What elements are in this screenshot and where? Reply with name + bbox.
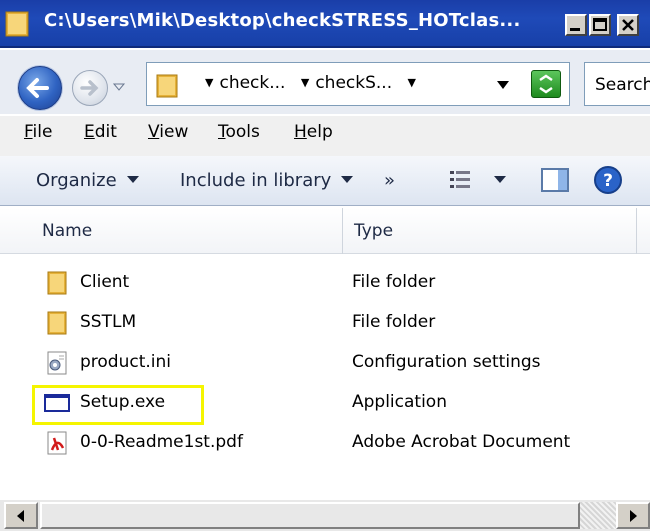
pdf-icon: [47, 431, 67, 455]
file-type: Application: [352, 392, 447, 412]
recent-pages-dropdown-icon[interactable]: [112, 80, 126, 94]
column-divider[interactable]: [636, 208, 637, 254]
breadcrumb-separator-icon: ▼: [300, 76, 310, 89]
column-header-row: [0, 208, 650, 254]
svg-text:?: ?: [603, 171, 613, 191]
menu-help[interactable]: Help: [294, 122, 333, 142]
chevron-down-icon: [341, 176, 354, 183]
menu-tools[interactable]: Tools: [218, 122, 260, 142]
organize-button[interactable]: Organize: [36, 170, 139, 191]
breadcrumb-item[interactable]: check...: [219, 73, 285, 93]
file-row-product-ini[interactable]: product.ini Configuration settings: [30, 344, 650, 384]
file-name: Setup.exe: [80, 392, 166, 412]
window-title: C:\Users\Mik\Desktop\checkSTRESS_HOTclas…: [44, 10, 521, 31]
column-header-type[interactable]: Type: [354, 221, 393, 241]
breadcrumb: ▼ check... ▼ checkS... ▼: [195, 73, 422, 93]
breadcrumb-item[interactable]: checkS...: [315, 73, 392, 93]
refresh-button[interactable]: [531, 70, 561, 98]
back-button[interactable]: [18, 66, 62, 110]
search-input[interactable]: Search: [584, 62, 650, 106]
back-arrow-icon: [26, 78, 49, 98]
file-name: product.ini: [80, 352, 172, 372]
address-bar[interactable]: ▼ check... ▼ checkS... ▼: [146, 62, 570, 106]
menu-edit[interactable]: Edit: [84, 122, 117, 142]
arrow-right-icon: [630, 510, 637, 522]
file-row-sstlm[interactable]: SSTLM File folder: [30, 304, 650, 344]
scroll-left-button[interactable]: [4, 502, 38, 529]
refresh-icon: [539, 74, 553, 94]
scrollbar-thumb[interactable]: [40, 502, 580, 529]
file-type: Adobe Acrobat Document: [352, 432, 571, 452]
maximize-button[interactable]: [589, 14, 611, 36]
minimize-button[interactable]: [565, 14, 587, 36]
forward-button[interactable]: [72, 70, 108, 106]
chevron-down-icon: [126, 176, 139, 183]
scroll-right-button[interactable]: [616, 502, 650, 529]
folder-icon: [47, 311, 67, 335]
file-type: File folder: [352, 272, 436, 292]
file-row-setup-exe[interactable]: Setup.exe Application: [30, 384, 650, 424]
help-icon[interactable]: ?: [592, 164, 624, 196]
chevron-down-icon: [494, 176, 506, 183]
folder-icon: [47, 271, 67, 295]
folder-icon: [5, 11, 29, 37]
file-type: File folder: [352, 312, 436, 332]
config-file-icon: [47, 351, 67, 375]
file-type: Configuration settings: [352, 352, 541, 372]
title-bar[interactable]: C:\Users\Mik\Desktop\checkSTRESS_HOTclas…: [0, 0, 650, 48]
include-in-library-button[interactable]: Include in library: [180, 170, 354, 191]
menu-file[interactable]: File: [24, 122, 52, 142]
breadcrumb-separator-icon: ▼: [407, 76, 416, 89]
close-button[interactable]: [617, 14, 639, 36]
minimize-icon: [570, 28, 580, 31]
view-dropdown-button[interactable]: [494, 170, 506, 191]
maximize-icon: [593, 18, 607, 31]
breadcrumb-separator-icon: ▼: [205, 76, 214, 89]
address-dropdown-icon[interactable]: [497, 81, 509, 89]
file-name: 0-0-Readme1st.pdf: [80, 432, 243, 452]
column-header-name[interactable]: Name: [42, 221, 92, 241]
forward-arrow-icon: [80, 80, 99, 96]
close-icon: [622, 19, 634, 31]
file-name: SSTLM: [80, 312, 137, 332]
explorer-window: C:\Users\Mik\Desktop\checkSTRESS_HOTclas…: [0, 0, 650, 531]
application-icon: [44, 394, 70, 412]
file-row-client[interactable]: Client File folder: [30, 264, 650, 304]
more-commands-button[interactable]: »: [384, 170, 395, 191]
column-divider[interactable]: [342, 208, 343, 254]
preview-pane-icon[interactable]: [540, 166, 570, 194]
file-name: Client: [80, 272, 130, 292]
search-placeholder: Search: [595, 75, 650, 95]
menu-view[interactable]: View: [148, 122, 188, 142]
view-options-icon[interactable]: [448, 168, 474, 192]
file-row-readme-pdf[interactable]: 0-0-Readme1st.pdf Adobe Acrobat Document: [30, 424, 650, 464]
arrow-left-icon: [17, 510, 24, 522]
folder-icon: [156, 74, 178, 98]
